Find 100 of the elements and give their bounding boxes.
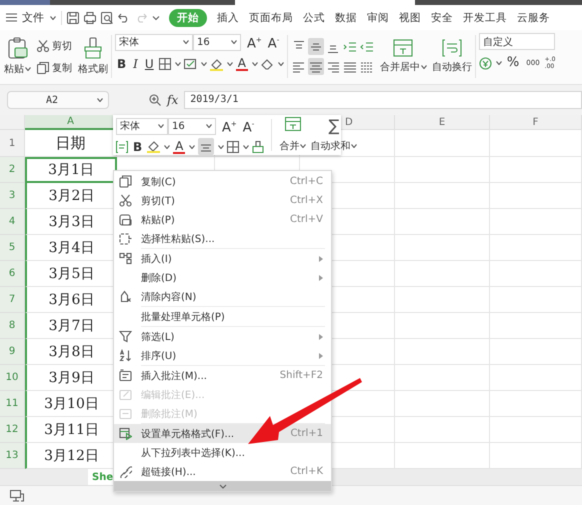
font-size-field[interactable]: 16 [193,34,241,51]
italic-button[interactable]: I [131,57,140,72]
caret-icon[interactable] [496,61,502,65]
wrap-text-label[interactable]: 自动换行 [432,60,472,74]
zoom-icon[interactable] [149,94,161,106]
fx-label[interactable]: fx [167,93,178,107]
merge-label[interactable]: 合并 [279,139,300,153]
fill-bucket-icon[interactable] [147,140,160,154]
menu-item[interactable]: 剪切(T) [141,194,284,208]
grow-font-button[interactable]: A$^{+}$ [219,117,240,136]
underline-button[interactable]: U [142,57,156,72]
ribbon-tab[interactable]: 公式 [303,8,325,26]
ribbon-tab[interactable]: 视图 [399,8,421,26]
copy-icon[interactable] [37,62,49,74]
formula-field[interactable]: 2019/3/1 [184,91,582,109]
fill-bucket-icon[interactable] [210,58,223,71]
caret-icon[interactable] [300,144,306,148]
row-header[interactable]: 3 [0,183,25,209]
caret-icon[interactable] [231,40,237,44]
row-header[interactable]: 11 [0,391,25,417]
merge-cells-icon[interactable] [284,117,301,131]
paste-label[interactable]: 粘贴 [4,62,24,76]
font-name-field[interactable]: 宋体 [116,118,168,135]
dropdown-icon[interactable] [152,14,160,20]
grow-font-button[interactable]: A$^{+}$ [244,33,265,52]
caret-icon[interactable] [206,124,212,128]
caret-icon[interactable] [420,65,427,69]
caret-icon[interactable] [278,62,284,66]
wrap-text-icon[interactable] [116,140,128,153]
shrink-font-button[interactable]: A$^{-}$ [240,117,258,136]
file-menu[interactable]: 文件 [22,10,44,25]
name-box[interactable]: A2 [7,91,109,109]
alignment-button[interactable] [308,38,324,55]
row-header[interactable]: 12 [0,417,25,443]
row-header[interactable]: 4 [0,209,25,235]
bold-button[interactable]: B [115,57,128,72]
caret-icon[interactable] [158,124,164,128]
menu-item[interactable]: 复制(C) [141,174,284,188]
caret-icon[interactable] [226,62,233,66]
column-header[interactable]: D [341,115,395,130]
row-header[interactable]: 1 [0,130,25,157]
menu-item[interactable]: 超链接(H)... [141,464,284,478]
paint-brush-icon[interactable] [252,140,264,153]
row-header[interactable]: 9 [0,339,25,365]
caret-icon[interactable] [200,62,207,66]
alignment-button[interactable] [308,58,324,75]
row-header[interactable]: 10 [0,365,25,391]
menu-item[interactable]: 批量处理单元格(P) [141,310,323,324]
print-preview-icon[interactable] [101,12,113,24]
ribbon-tab[interactable]: 插入 [217,8,239,26]
menu-item[interactable]: 选择性粘贴(S)... [141,232,323,246]
column-header[interactable]: E [395,115,490,130]
caret-icon[interactable] [97,98,103,102]
ribbon-tab[interactable]: 数据 [335,8,357,26]
number-format-field[interactable]: 自定义 [478,33,555,50]
caret-icon[interactable] [174,62,181,66]
menu-item[interactable]: 从下拉列表中选择(K)... [141,446,323,460]
ribbon-tab[interactable]: 审阅 [367,8,389,26]
caret-icon[interactable] [243,144,250,149]
menu-item[interactable]: 插入(I) [141,252,319,266]
paint-brush-icon[interactable] [83,37,103,59]
format-painter-label[interactable]: 格式刷 [78,62,108,76]
menu-item[interactable]: 设置单元格格式(F)... [141,426,284,440]
font-color-button[interactable]: A [236,57,248,72]
row-header[interactable]: 2 [0,157,25,183]
caret-icon[interactable] [189,144,196,149]
caret-icon[interactable] [351,144,358,148]
merge-cells-icon[interactable] [393,39,414,57]
menu-item[interactable]: 插入批注(M)... [141,368,274,382]
percent-button[interactable]: % [504,56,522,70]
row-header[interactable]: 8 [0,313,25,339]
menu-item[interactable]: 删除(D) [141,270,319,284]
caret-icon[interactable] [183,40,189,44]
alignment-button[interactable] [198,138,214,156]
merge-center-label[interactable]: 合并居中 [380,60,420,74]
menu-icon[interactable] [6,13,17,22]
row-header[interactable]: 13 [0,443,25,469]
borders-icon[interactable] [158,58,171,70]
menu-item[interactable]: 粘贴(P) [141,212,284,226]
ribbon-tab[interactable]: 云服务 [517,8,550,26]
ribbon-tab[interactable]: 安全 [431,8,453,26]
caret-icon[interactable] [164,144,170,149]
row-header[interactable]: 6 [0,261,25,287]
menu-item[interactable]: 排序(U) [141,348,319,362]
menu-item[interactable]: 筛选(L) [141,330,319,344]
print-icon[interactable] [84,12,96,24]
scissors-icon[interactable] [37,40,49,52]
monitor-icon[interactable] [10,490,24,502]
caret-icon[interactable] [218,144,224,149]
row-header[interactable]: 7 [0,287,25,313]
currency-icon[interactable] [478,56,492,70]
caret-icon[interactable] [50,16,56,20]
column-header[interactable]: F [490,115,582,130]
font-size-field[interactable]: 16 [168,118,216,135]
menu-item[interactable]: 清除内容(N) [141,290,323,304]
row-header[interactable]: 5 [0,235,25,261]
sum-symbol[interactable]: ∑ [328,117,340,135]
copy-label[interactable]: 复制 [52,60,72,74]
undo-icon[interactable] [118,12,130,22]
save-icon[interactable] [67,12,79,24]
